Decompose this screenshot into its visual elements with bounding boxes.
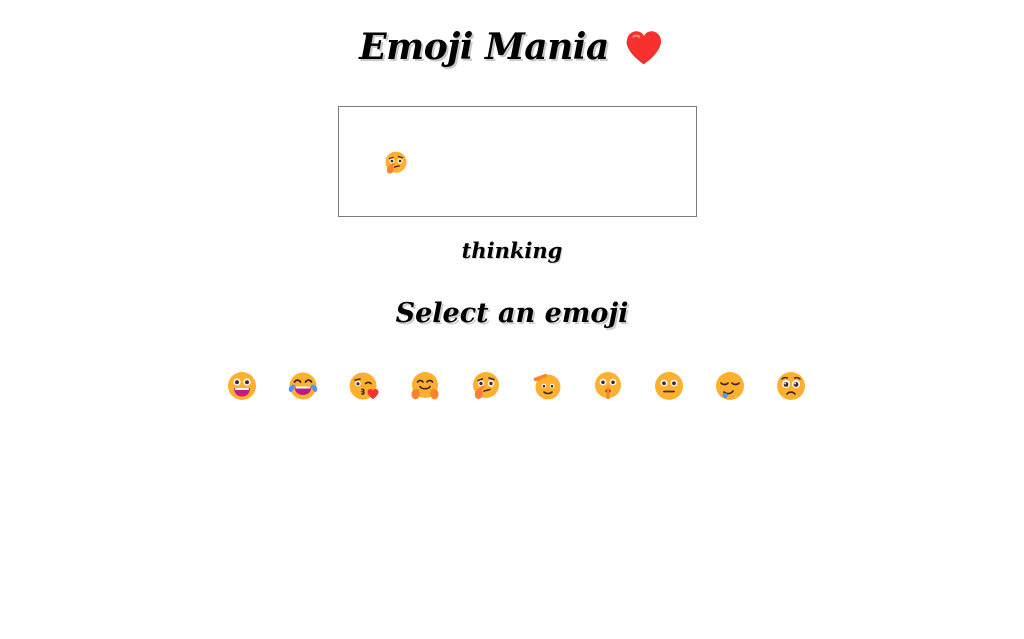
header: Emoji Mania bbox=[0, 26, 1024, 68]
page-title: Emoji Mania bbox=[359, 26, 609, 68]
hugging-face-icon[interactable] bbox=[409, 369, 441, 403]
thinking-face-icon[interactable] bbox=[470, 369, 502, 403]
emoji-meaning: thinking bbox=[461, 238, 563, 263]
kissing-face-icon[interactable] bbox=[348, 369, 380, 403]
emoji-picker bbox=[226, 369, 807, 403]
grinning-face-icon[interactable] bbox=[226, 369, 258, 403]
shushing-face-icon[interactable] bbox=[592, 369, 624, 403]
tears-of-joy-face-icon[interactable] bbox=[287, 369, 319, 403]
saluting-face-icon[interactable] bbox=[531, 369, 563, 403]
picker-heading: Select an emoji bbox=[395, 298, 629, 329]
neutral-face-icon[interactable] bbox=[653, 369, 685, 403]
red-heart-icon bbox=[623, 26, 665, 68]
thinking-face-icon bbox=[383, 150, 409, 176]
sleepy-face-icon[interactable] bbox=[714, 369, 746, 403]
worried-face-icon[interactable] bbox=[775, 369, 807, 403]
emoji-display-box[interactable] bbox=[338, 106, 697, 217]
